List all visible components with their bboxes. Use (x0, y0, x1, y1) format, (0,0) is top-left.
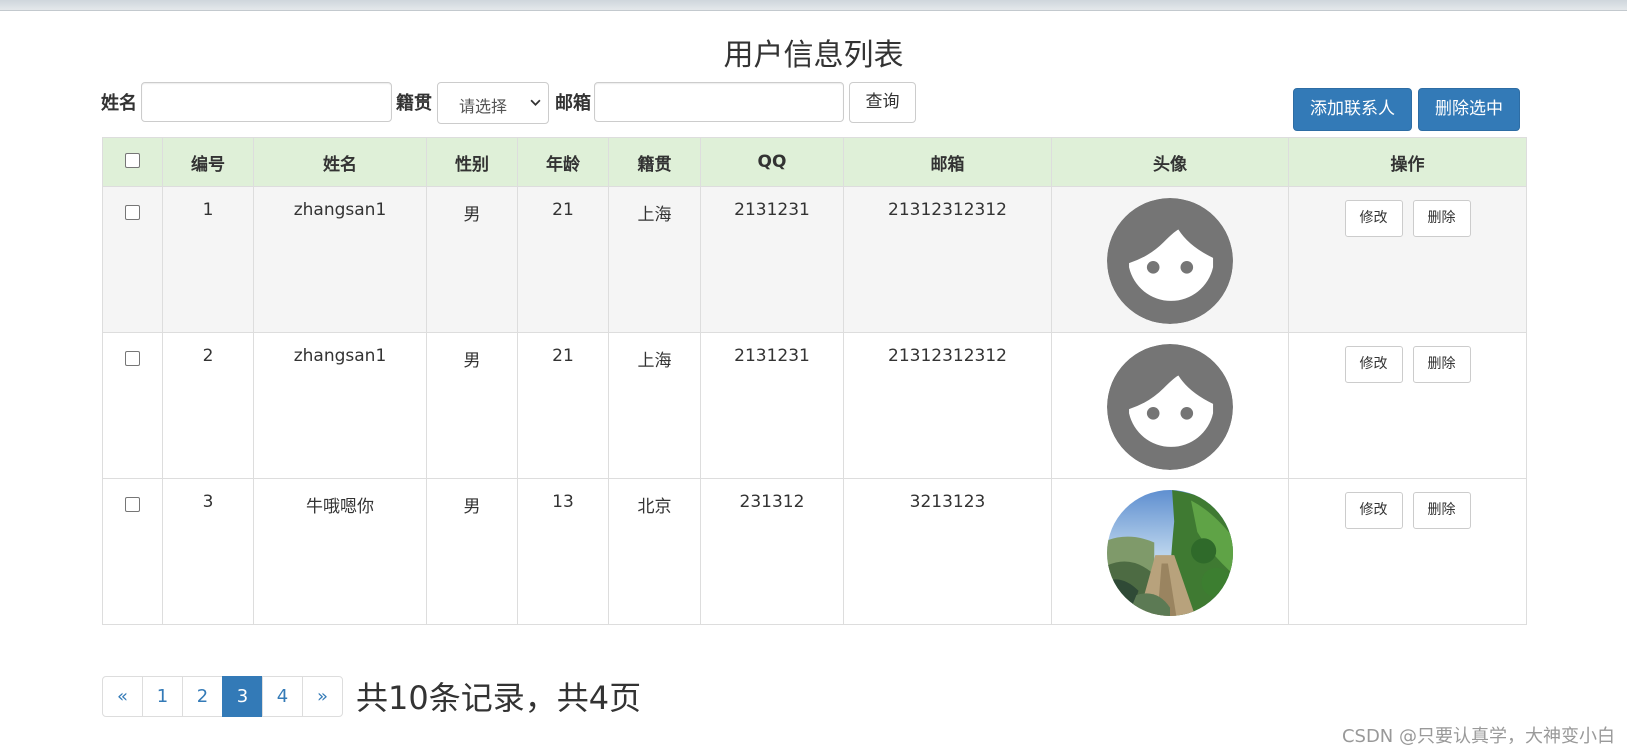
pagination-page-2[interactable]: 2 (182, 676, 223, 717)
cell-gender: 男 (426, 186, 518, 333)
cell-operations: 修改 删除 (1288, 186, 1527, 333)
cell-avatar (1051, 478, 1289, 625)
cell-age: 21 (517, 332, 609, 479)
header-qq: QQ (700, 137, 844, 187)
name-label: 姓名 (101, 93, 137, 114)
native-place-label: 籍贯 (396, 93, 432, 114)
cell-name: 牛哦嗯你 (253, 478, 427, 625)
edit-button[interactable]: 修改 (1344, 492, 1403, 529)
delete-button[interactable]: 删除 (1412, 346, 1471, 383)
cell-native-place: 上海 (608, 186, 701, 333)
user-table: 编号 姓名 性别 年龄 籍贯 QQ 邮箱 头像 操作 1 zhangsan1 男… (102, 137, 1527, 625)
cell-gender: 男 (426, 332, 518, 479)
cell-gender: 男 (426, 478, 518, 625)
table-header-row: 编号 姓名 性别 年龄 籍贯 QQ 邮箱 头像 操作 (102, 137, 1527, 187)
header-gender: 性别 (426, 137, 518, 187)
cell-age: 21 (517, 186, 609, 333)
delete-button[interactable]: 删除 (1412, 200, 1471, 237)
cell-id: 3 (162, 478, 254, 625)
table-row: 2 zhangsan1 男 21 上海 2131231 21312312312 (102, 332, 1527, 479)
csdn-watermark: CSDN @只要认真学，大神变小白 (1341, 726, 1615, 747)
delete-button[interactable]: 删除 (1412, 492, 1471, 529)
header-id: 编号 (162, 137, 254, 187)
pagination-page-1[interactable]: 1 (142, 676, 183, 717)
add-contact-button[interactable]: 添加联系人 (1293, 88, 1412, 131)
record-summary: 共10条记录，共4页 (356, 679, 642, 717)
pagination-page-3-active[interactable]: 3 (222, 676, 263, 717)
header-avatar: 头像 (1051, 137, 1289, 187)
cell-qq: 231312 (700, 478, 844, 625)
header-native-place: 籍贯 (608, 137, 701, 187)
page-title: 用户信息列表 (723, 38, 904, 73)
header-age: 年龄 (517, 137, 609, 187)
cell-name: zhangsan1 (253, 186, 427, 333)
pagination-page-4[interactable]: 4 (262, 676, 303, 717)
face-avatar-icon (1107, 198, 1233, 324)
cell-qq: 2131231 (700, 332, 844, 479)
pagination: « 1 2 3 4 » (102, 676, 343, 717)
row-checkbox[interactable] (125, 205, 140, 220)
landscape-photo-avatar (1107, 490, 1233, 616)
browser-top-strip (0, 0, 1627, 11)
cell-qq: 2131231 (700, 186, 844, 333)
face-avatar-icon (1107, 344, 1233, 470)
query-button[interactable]: 查询 (849, 82, 916, 123)
cell-avatar (1051, 332, 1289, 479)
native-place-selected-value: 请选择 (459, 97, 508, 116)
chevron-down-icon (530, 99, 541, 106)
email-label: 邮箱 (555, 93, 591, 114)
edit-button[interactable]: 修改 (1344, 346, 1403, 383)
cell-native-place: 上海 (608, 332, 701, 479)
header-email: 邮箱 (843, 137, 1052, 187)
pagination-next[interactable]: » (302, 676, 343, 717)
cell-email: 3213123 (843, 478, 1052, 625)
native-place-select[interactable]: 请选择 (437, 82, 549, 124)
table-row: 1 zhangsan1 男 21 上海 2131231 21312312312 (102, 186, 1527, 333)
cell-id: 2 (162, 332, 254, 479)
cell-name: zhangsan1 (253, 332, 427, 479)
cell-operations: 修改 删除 (1288, 332, 1527, 479)
header-operations: 操作 (1288, 137, 1527, 187)
cell-email: 21312312312 (843, 332, 1052, 479)
row-checkbox[interactable] (125, 497, 140, 512)
cell-age: 13 (517, 478, 609, 625)
delete-selected-button[interactable]: 删除选中 (1418, 88, 1520, 131)
pagination-prev[interactable]: « (102, 676, 143, 717)
cell-id: 1 (162, 186, 254, 333)
select-all-checkbox[interactable] (125, 153, 140, 168)
cell-native-place: 北京 (608, 478, 701, 625)
cell-email: 21312312312 (843, 186, 1052, 333)
cell-operations: 修改 删除 (1288, 478, 1527, 625)
cell-avatar (1051, 186, 1289, 333)
email-search-input[interactable] (594, 82, 844, 122)
select-all-cell (102, 137, 163, 187)
row-checkbox[interactable] (125, 351, 140, 366)
header-name: 姓名 (253, 137, 427, 187)
table-row: 3 牛哦嗯你 男 13 北京 231312 3213123 修改 删除 (102, 478, 1527, 625)
edit-button[interactable]: 修改 (1344, 200, 1403, 237)
name-search-input[interactable] (141, 82, 392, 122)
